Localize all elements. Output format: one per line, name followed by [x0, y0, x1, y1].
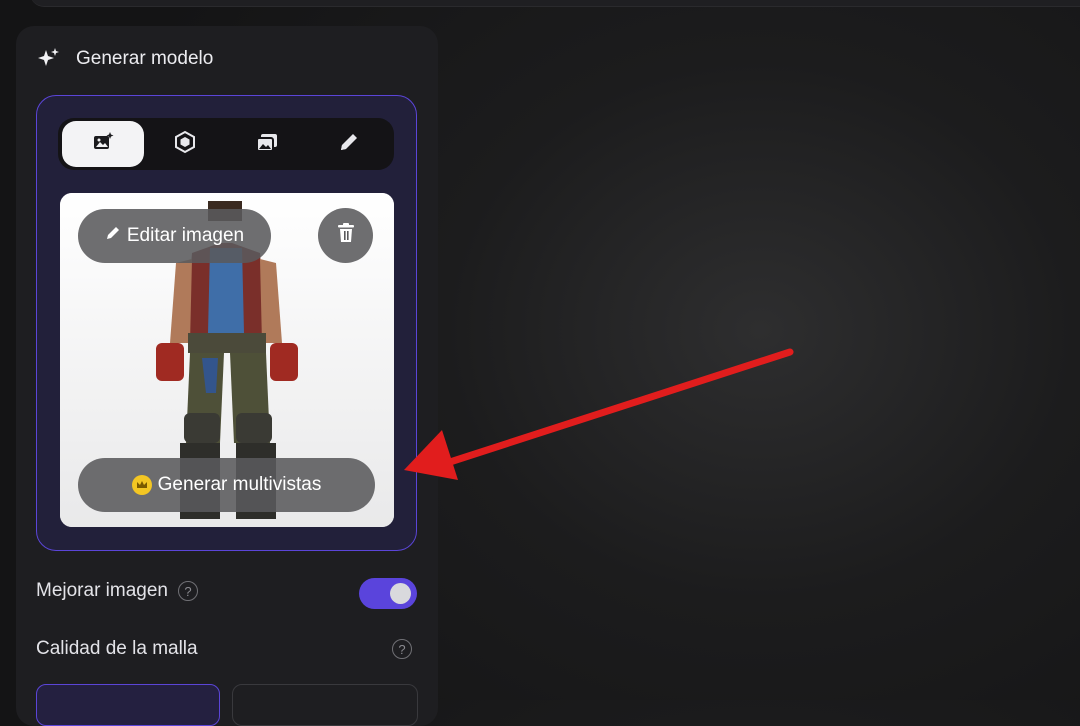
- red-arrow-annotation: [404, 348, 794, 480]
